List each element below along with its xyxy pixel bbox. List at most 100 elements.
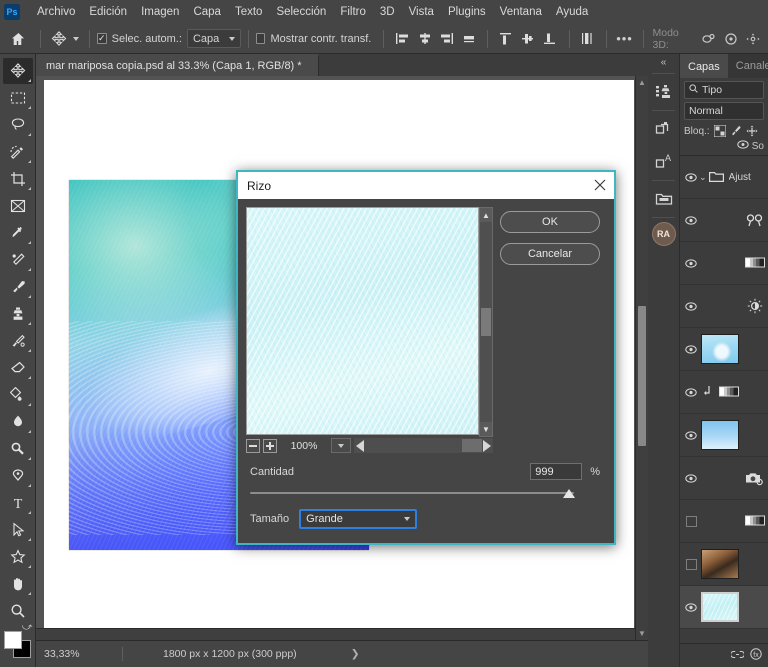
foreground-color-swatch[interactable] bbox=[3, 631, 22, 649]
triangle-left-icon[interactable] bbox=[356, 439, 364, 452]
tool-gradient[interactable] bbox=[3, 382, 33, 408]
menu-item-filtro[interactable]: Filtro bbox=[333, 0, 373, 24]
layer-row-gradient-map[interactable] bbox=[680, 242, 768, 285]
ok-button[interactable]: OK bbox=[500, 211, 600, 233]
scroll-down-icon[interactable]: ▼ bbox=[636, 627, 648, 640]
distribute-v-icon[interactable] bbox=[576, 28, 598, 50]
menu-item-texto[interactable]: Texto bbox=[228, 0, 270, 24]
menu-item-vista[interactable]: Vista bbox=[402, 0, 441, 24]
canvas-vertical-scrollbar[interactable]: ▲ ▼ bbox=[635, 76, 648, 640]
menu-item-seleccion[interactable]: Selección bbox=[269, 0, 333, 24]
status-expand-icon[interactable]: ❯ bbox=[351, 648, 360, 660]
zoom-level[interactable]: 33,33% bbox=[36, 648, 122, 660]
zoom-in-button[interactable] bbox=[263, 438, 277, 453]
layer-row-brightness[interactable] bbox=[680, 285, 768, 328]
layer-thumbnail[interactable] bbox=[701, 592, 739, 622]
scroll-up-icon[interactable]: ▲ bbox=[636, 76, 648, 89]
tool-spot-healing[interactable] bbox=[3, 247, 33, 273]
double-chevron-left-icon[interactable]: « bbox=[648, 54, 679, 70]
chevron-down-icon[interactable]: ⌄ bbox=[699, 172, 707, 183]
tool-crop[interactable] bbox=[3, 166, 33, 192]
size-select[interactable]: Grande bbox=[299, 509, 418, 529]
visibility-toggle[interactable] bbox=[683, 215, 699, 225]
tool-pen[interactable] bbox=[3, 463, 33, 489]
tool-custom-shape[interactable] bbox=[3, 544, 33, 570]
tool-zoom[interactable] bbox=[3, 598, 33, 624]
visibility-toggle[interactable] bbox=[683, 387, 699, 397]
show-transform-checkbox[interactable] bbox=[255, 33, 266, 44]
visibility-toggle[interactable] bbox=[683, 602, 699, 612]
home-icon[interactable] bbox=[4, 28, 33, 50]
amount-slider[interactable] bbox=[250, 489, 575, 499]
avatar[interactable]: RA bbox=[651, 222, 676, 246]
visibility-toggle[interactable] bbox=[683, 258, 699, 268]
tool-move[interactable] bbox=[2, 58, 33, 84]
align-top-icon[interactable] bbox=[495, 28, 517, 50]
auto-select-scope-select[interactable]: Capa bbox=[186, 29, 241, 48]
layer-row-hidden-map[interactable] bbox=[680, 500, 768, 543]
lock-transparency-icon[interactable] bbox=[713, 125, 726, 137]
scrollbar-thumb[interactable] bbox=[481, 308, 491, 336]
layer-thumbnail[interactable] bbox=[701, 334, 739, 364]
visibility-toggle[interactable] bbox=[683, 558, 699, 570]
layer-thumbnail[interactable] bbox=[701, 549, 739, 579]
zoom-out-button[interactable] bbox=[246, 438, 260, 453]
menu-item-capa[interactable]: Capa bbox=[186, 0, 228, 24]
close-icon[interactable] bbox=[594, 179, 606, 193]
tool-lasso[interactable] bbox=[3, 112, 33, 138]
layer-row-clipped[interactable] bbox=[680, 371, 768, 414]
tool-hand[interactable] bbox=[3, 571, 33, 597]
blend-mode-select[interactable]: Normal bbox=[684, 102, 764, 120]
triangle-right-icon[interactable] bbox=[483, 439, 491, 452]
visibility-toggle[interactable] bbox=[683, 344, 699, 354]
slider-knob[interactable] bbox=[563, 489, 575, 498]
tool-eyedropper[interactable] bbox=[3, 220, 33, 246]
color-swatches[interactable]: ⤻ bbox=[3, 622, 33, 660]
document-tab[interactable]: mar mariposa copia.psd al 33.3% (Capa 1,… bbox=[36, 54, 319, 76]
align-right-icon[interactable] bbox=[436, 28, 458, 50]
lock-brush-icon[interactable] bbox=[730, 125, 742, 137]
visibility-empty-box[interactable] bbox=[685, 515, 697, 527]
layer-row-capa-1[interactable] bbox=[680, 586, 768, 629]
visibility-empty-box[interactable] bbox=[685, 558, 697, 570]
libraries-icon[interactable] bbox=[650, 184, 678, 214]
menu-item-plugins[interactable]: Plugins bbox=[441, 0, 493, 24]
layer-row-curves[interactable] bbox=[680, 199, 768, 242]
layer-list[interactable]: ⌄ Ajust bbox=[680, 155, 768, 629]
fx-icon[interactable]: fx bbox=[750, 648, 762, 663]
visibility-toggle[interactable] bbox=[683, 430, 699, 440]
menu-item-ventana[interactable]: Ventana bbox=[493, 0, 549, 24]
align-bottom-icon[interactable] bbox=[539, 28, 561, 50]
layer-row-sky[interactable] bbox=[680, 414, 768, 457]
scrollbar-thumb[interactable] bbox=[638, 306, 646, 446]
tool-path-selection[interactable] bbox=[3, 517, 33, 543]
menu-item-imagen[interactable]: Imagen bbox=[134, 0, 186, 24]
distribute-h-icon[interactable] bbox=[458, 28, 480, 50]
layer-row-wave[interactable] bbox=[680, 328, 768, 371]
scroll-up-icon[interactable]: ▲ bbox=[480, 208, 492, 222]
cancel-button[interactable]: Cancelar bbox=[500, 243, 600, 265]
menu-item-archivo[interactable]: Archivo bbox=[30, 0, 82, 24]
tool-eraser[interactable] bbox=[3, 355, 33, 381]
tool-history-brush[interactable] bbox=[3, 328, 33, 354]
tab-canales[interactable]: Canales bbox=[728, 54, 768, 78]
tool-blur[interactable] bbox=[3, 409, 33, 435]
swap-colors-icon[interactable]: ⤻ bbox=[22, 622, 33, 633]
layer-row-texture[interactable] bbox=[680, 543, 768, 586]
layer-thumbnail[interactable] bbox=[701, 420, 739, 450]
auto-select-checkbox[interactable] bbox=[96, 33, 107, 44]
layer-row-ajustes[interactable]: ⌄ Ajust bbox=[680, 156, 768, 199]
menu-item-ayuda[interactable]: Ayuda bbox=[549, 0, 595, 24]
roll-3d-icon[interactable] bbox=[720, 28, 742, 50]
tool-rectangular-marquee[interactable] bbox=[3, 85, 33, 111]
tool-brush[interactable] bbox=[3, 274, 33, 300]
lock-move-icon[interactable] bbox=[746, 125, 758, 137]
orbit-3d-icon[interactable] bbox=[697, 28, 719, 50]
scrollbar-thumb[interactable] bbox=[462, 439, 482, 452]
layer-comps-icon[interactable] bbox=[650, 114, 678, 144]
ripple-filter-dialog[interactable]: Rizo ▲ ▼ 100% OK Cancelar Cantidad 999 %… bbox=[236, 170, 616, 545]
visibility-toggle[interactable] bbox=[683, 473, 699, 483]
tool-dodge[interactable] bbox=[3, 436, 33, 462]
tool-type[interactable]: T bbox=[3, 490, 33, 516]
visibility-toggle[interactable] bbox=[683, 515, 699, 527]
